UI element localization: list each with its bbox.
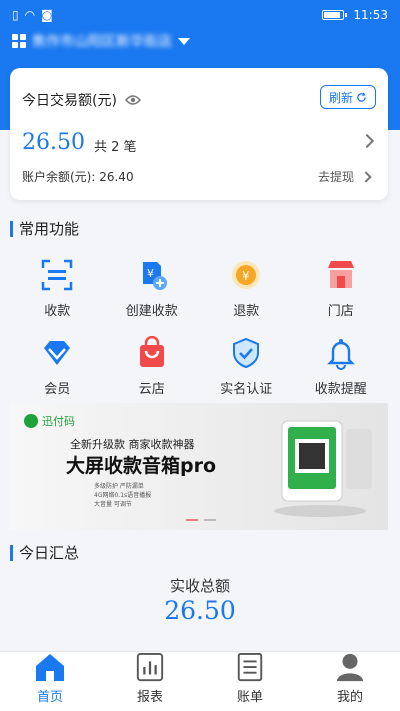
tab-report[interactable]: 报表 — [100, 652, 200, 711]
function-label: 云店 — [138, 382, 165, 397]
scan-icon — [42, 259, 73, 291]
account-balance: 账户余额(元): 26.40 — [22, 170, 134, 184]
tab-home[interactable]: 首页 — [0, 652, 100, 711]
function-grid: 收款 ¥ 创建收款 ¥ 退款 门店 会员 云店 实名认证 收款提醒 — [10, 250, 388, 400]
today-summary-heading: 今日汇总 — [10, 542, 79, 563]
function-cloud-store[interactable]: 云店 — [105, 328, 200, 400]
refund-icon: ¥ — [232, 261, 261, 289]
chevron-down-icon — [178, 37, 190, 45]
member-diamond-icon — [44, 341, 71, 365]
banner-detail: 多级防护 严防漏单 — [94, 483, 144, 490]
function-label: 实名认证 — [220, 382, 273, 397]
store-name: 焦作市山阳区新华街店 — [32, 34, 172, 50]
bell-icon — [326, 339, 355, 370]
today-transaction-label: 今日交易额(元) — [22, 93, 117, 109]
withdraw-label: 去提现 — [317, 170, 354, 184]
transaction-card-header: 今日交易额(元) — [22, 90, 141, 110]
section-title: 今日汇总 — [19, 544, 80, 562]
bottom-tab-bar: 首页 报表 账单 我的 — [0, 651, 400, 711]
cloud-store-bag-icon — [139, 336, 164, 367]
banner-detail: 大音量 可调节 — [94, 501, 132, 508]
section-title: 常用功能 — [19, 220, 80, 238]
status-icons-left: ▯ ◠ ◙ — [12, 8, 53, 22]
create-payment-icon: ¥ — [142, 262, 167, 290]
tab-bill[interactable]: 账单 — [200, 652, 300, 711]
sim-icon: ▯ — [12, 8, 19, 22]
total-received-value: 26.50 — [164, 596, 236, 625]
common-functions-heading: 常用功能 — [10, 218, 79, 239]
status-bar: ▯ ◠ ◙ 11:53 — [0, 0, 400, 30]
tab-profile[interactable]: 我的 — [300, 652, 400, 711]
svg-text:¥: ¥ — [147, 267, 154, 280]
chevron-right-icon[interactable] — [359, 133, 375, 149]
function-refund[interactable]: ¥ 退款 — [199, 250, 294, 322]
function-label: 退款 — [233, 304, 260, 319]
speaker-device-image — [274, 420, 372, 517]
refresh-label: 刷新 — [328, 90, 353, 105]
function-label: 创建收款 — [125, 304, 178, 319]
refresh-icon — [357, 92, 366, 102]
store-selector[interactable]: 焦作市山阳区新华街店 — [12, 28, 190, 54]
refresh-button[interactable]: 刷新 — [320, 85, 376, 109]
function-member[interactable]: 会员 — [10, 328, 105, 400]
function-payment-reminder[interactable]: 收款提醒 — [294, 328, 389, 400]
function-store[interactable]: 门店 — [294, 250, 389, 322]
banner-logo: 迅付码 — [24, 413, 75, 429]
promo-banner[interactable]: 迅付码 全新升级款 商家收款神器 大屏收款音箱pro 多级防护 严防漏单 4G网… — [10, 403, 388, 530]
battery-icon — [322, 10, 345, 20]
function-label: 会员 — [44, 382, 71, 397]
today-amount: 26.50 — [22, 130, 85, 155]
wifi-icon: ◠ — [24, 8, 36, 22]
home-icon — [36, 654, 64, 681]
banner-headline: 大屏收款音箱pro — [66, 455, 217, 477]
total-received-label: 实收总额 — [169, 577, 230, 595]
svg-text:¥: ¥ — [242, 269, 250, 283]
function-create-payment[interactable]: ¥ 创建收款 — [105, 250, 200, 322]
banner-subtitle: 全新升级款 商家收款神器 — [70, 438, 195, 451]
transaction-count: 共 2 笔 — [94, 140, 137, 155]
profile-icon — [336, 653, 364, 682]
bill-icon — [237, 652, 263, 682]
grid-menu-icon — [12, 34, 26, 48]
report-icon — [136, 652, 164, 682]
chevron-right-icon — [360, 170, 372, 183]
banner-detail: 4G网络0.1s语音播报 — [94, 492, 152, 499]
function-label: 收款提醒 — [314, 382, 367, 397]
verify-shield-icon — [233, 337, 260, 369]
function-label: 门店 — [327, 304, 354, 319]
carousel-indicator — [186, 519, 216, 521]
withdraw-link[interactable]: 去提现 — [317, 168, 372, 185]
app-notification-icon: ◙ — [41, 8, 53, 22]
function-real-name-verify[interactable]: 实名认证 — [199, 328, 294, 400]
transaction-card: 今日交易额(元) 刷新 26.50 共 2 笔 账户余额(元): 26.40 去… — [10, 68, 388, 200]
status-time: 11:53 — [353, 8, 388, 22]
function-label: 收款 — [44, 304, 71, 319]
store-icon — [327, 261, 354, 288]
status-icons-right: 11:53 — [322, 8, 388, 22]
eye-icon[interactable] — [124, 94, 141, 106]
function-collect[interactable]: 收款 — [10, 250, 105, 322]
